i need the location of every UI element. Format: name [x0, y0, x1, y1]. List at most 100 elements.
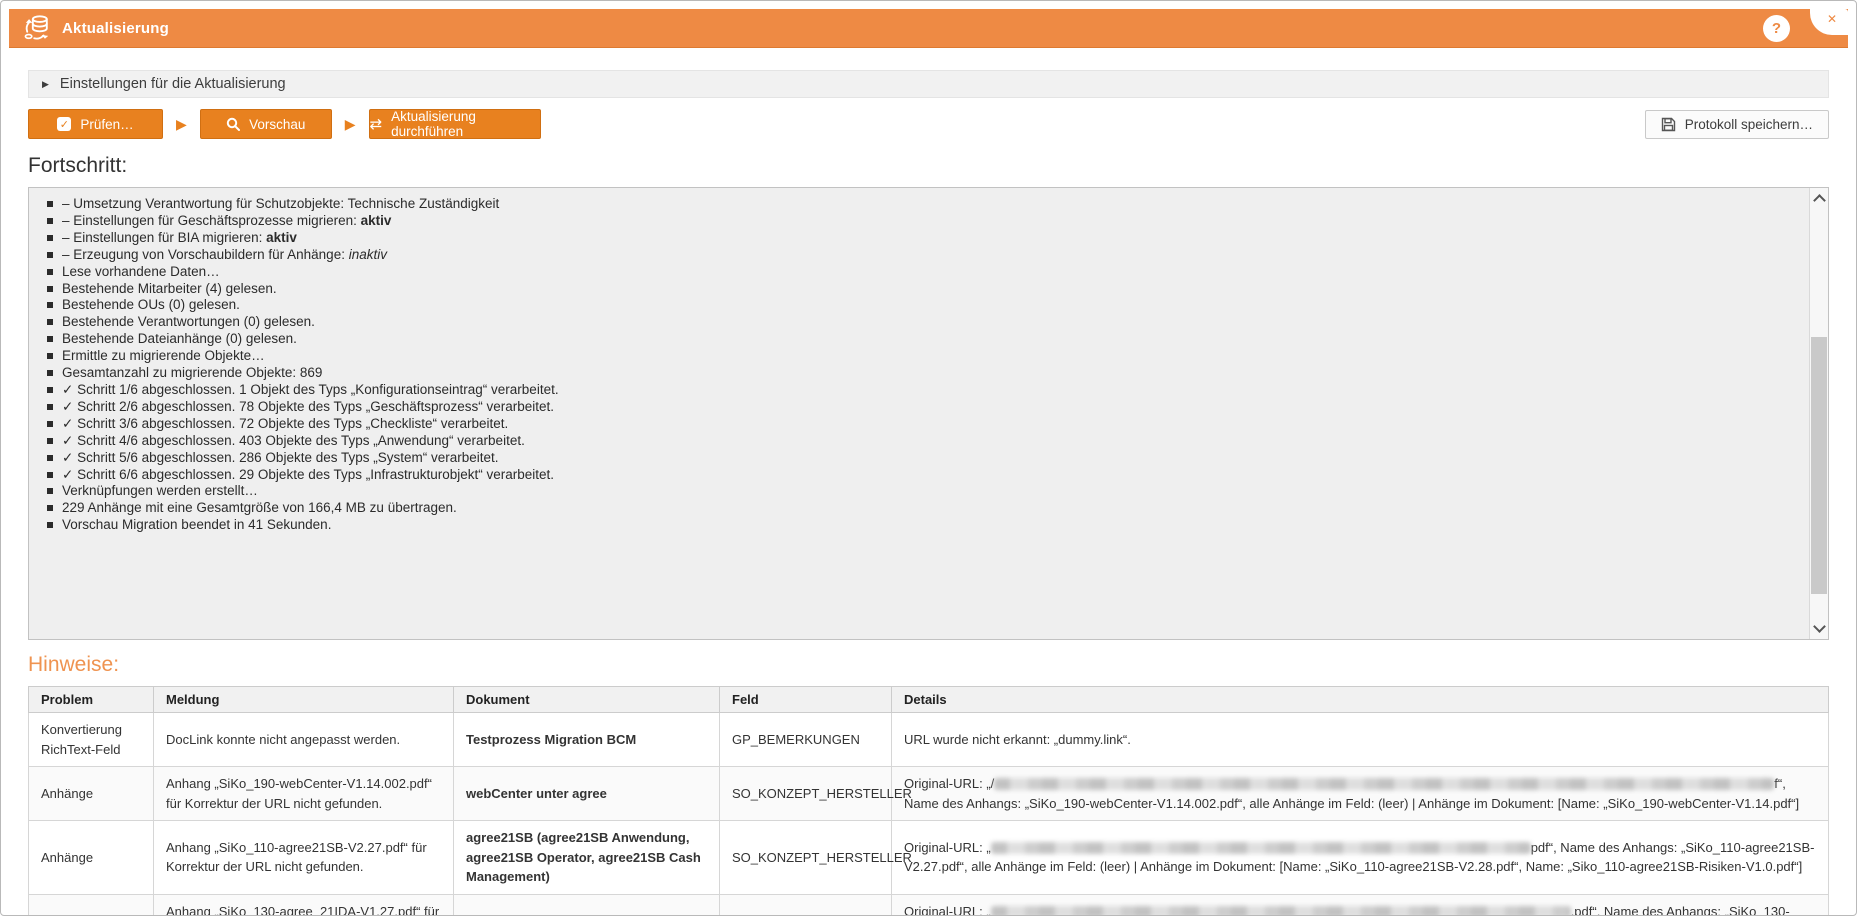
cell-details: Original-URL: „pdf“, Name des Anhangs: „… — [892, 821, 1829, 895]
redacted-text — [991, 842, 1531, 854]
checkbox-icon: ✓ — [57, 117, 71, 131]
cell-meldung: Anhang „SiKo_130-agree_21IDA-V1.27.pdf“ … — [154, 894, 454, 916]
dialog-content: ▶ Einstellungen für die Aktualisierung ✓… — [9, 48, 1848, 915]
checkmark-icon: ✓ — [62, 433, 77, 448]
title-bar: Aktualisierung ? — [9, 9, 1848, 48]
progress-log-lines: – Umsetzung Verantwortung für Schutzobje… — [47, 196, 1798, 534]
save-log-button[interactable]: Protokoll speichern… — [1645, 110, 1829, 139]
log-line: Gesamtanzahl zu migrierende Objekte: 869 — [47, 365, 1798, 382]
log-line-text: – Erzeugung von Vorschaubildern für Anhä… — [62, 247, 349, 262]
square-bullet-icon — [47, 421, 53, 427]
log-line-text: Lese vorhandene Daten… — [62, 264, 220, 279]
column-header-meldung: Meldung — [154, 687, 454, 713]
cell-meldung: DocLink konnte nicht angepasst werden. — [154, 713, 454, 767]
log-line-text: – Einstellungen für Geschäftsprozesse mi… — [62, 213, 361, 228]
cell-details: Original-URL: „.pdf“, Name des Anhangs: … — [892, 894, 1829, 916]
log-line: Ermittle zu migrierende Objekte… — [47, 348, 1798, 365]
column-header-problem: Problem — [29, 687, 154, 713]
sync-database-icon — [23, 14, 51, 42]
square-bullet-icon — [47, 218, 53, 224]
cell-feld: SO_KONZEPT_HERSTELLER — [720, 894, 892, 916]
log-line-text: Bestehende OUs (0) gelesen. — [62, 297, 240, 312]
preview-button[interactable]: Vorschau — [200, 109, 332, 139]
cell-dokument: agree21IDA — [454, 894, 720, 916]
log-line: ✓ Schritt 1/6 abgeschlossen. 1 Objekt de… — [47, 382, 1798, 399]
log-line: Bestehende OUs (0) gelesen. — [47, 297, 1798, 314]
redacted-text — [994, 778, 1774, 790]
column-header-dokument: Dokument — [454, 687, 720, 713]
page-title: Aktualisierung — [62, 20, 169, 37]
flow-arrow-icon: ▶ — [176, 116, 187, 133]
checkmark-icon: ✓ — [62, 450, 77, 465]
checkmark-icon: ✓ — [62, 399, 77, 414]
preview-button-label: Vorschau — [249, 117, 305, 132]
log-line-text: – Einstellungen für BIA migrieren: — [62, 230, 266, 245]
log-line: Verknüpfungen werden erstellt… — [47, 483, 1798, 500]
scroll-down-icon[interactable] — [1813, 620, 1826, 633]
log-line-text: Vorschau Migration beendet in 41 Sekunde… — [62, 517, 331, 532]
hints-heading: Hinweise: — [28, 653, 1829, 677]
log-line: ✓ Schritt 4/6 abgeschlossen. 403 Objekte… — [47, 433, 1798, 450]
square-bullet-icon — [47, 302, 53, 308]
help-button[interactable]: ? — [1763, 15, 1790, 42]
checkmark-icon: ✓ — [62, 382, 77, 397]
cell-problem: Konvertierung RichText-Feld — [29, 713, 154, 767]
column-header-details: Details — [892, 687, 1829, 713]
square-bullet-icon — [47, 370, 53, 376]
log-line: – Umsetzung Verantwortung für Schutzobje… — [47, 196, 1798, 213]
hints-table: Problem Meldung Dokument Feld Details Ko… — [28, 686, 1829, 916]
square-bullet-icon — [47, 235, 53, 241]
log-scrollbar[interactable] — [1809, 188, 1828, 639]
square-bullet-icon — [47, 336, 53, 342]
hints-header-row: Problem Meldung Dokument Feld Details — [29, 687, 1829, 713]
log-line-text: 229 Anhänge mit eine Gesamtgröße von 166… — [62, 500, 457, 515]
square-bullet-icon — [47, 286, 53, 292]
run-update-button-label: Aktualisierung durchführen — [391, 109, 539, 139]
log-line: Lese vorhandene Daten… — [47, 264, 1798, 281]
scrollbar-thumb[interactable] — [1811, 337, 1827, 594]
square-bullet-icon — [47, 201, 53, 207]
cell-meldung: Anhang „SiKo_190-webCenter-V1.14.002.pdf… — [154, 767, 454, 821]
log-line-text: Schritt 5/6 abgeschlossen. 286 Objekte d… — [77, 450, 498, 465]
log-line-text: Bestehende Dateianhänge (0) gelesen. — [62, 331, 297, 346]
progress-heading: Fortschritt: — [28, 154, 1829, 178]
scroll-up-icon[interactable] — [1813, 194, 1826, 207]
square-bullet-icon — [47, 404, 53, 410]
check-button[interactable]: ✓ Prüfen… — [28, 109, 163, 139]
square-bullet-icon — [47, 269, 53, 275]
square-bullet-icon — [47, 455, 53, 461]
square-bullet-icon — [47, 522, 53, 528]
cell-feld: GP_BEMERKUNGEN — [720, 713, 892, 767]
log-line-text: Schritt 6/6 abgeschlossen. 29 Objekte de… — [77, 467, 554, 482]
cell-details: Original-URL: „/f“, Name des Anhangs: „S… — [892, 767, 1829, 821]
cell-feld: SO_KONZEPT_HERSTELLER — [720, 767, 892, 821]
swap-arrows-icon: ⇄ — [370, 117, 383, 132]
log-line: Vorschau Migration beendet in 41 Sekunde… — [47, 517, 1798, 534]
hint-row: AnhängeAnhang „SiKo_190-webCenter-V1.14.… — [29, 767, 1829, 821]
close-icon: ✕ — [1827, 12, 1837, 26]
run-update-button[interactable]: ⇄ Aktualisierung durchführen — [369, 109, 541, 139]
checkmark-icon: ✓ — [62, 467, 77, 482]
cell-dokument: agree21SB (agree21SB Anwendung, agree21S… — [454, 821, 720, 895]
cell-dokument: webCenter unter agree — [454, 767, 720, 821]
log-line: – Einstellungen für BIA migrieren: aktiv — [47, 230, 1798, 247]
log-line-text: Verknüpfungen werden erstellt… — [62, 483, 258, 498]
square-bullet-icon — [47, 252, 53, 258]
cell-details: URL wurde nicht erkannt: „dummy.link“. — [892, 713, 1829, 767]
log-line: Bestehende Mitarbeiter (4) gelesen. — [47, 281, 1798, 298]
log-line: – Erzeugung von Vorschaubildern für Anhä… — [47, 247, 1798, 264]
check-button-label: Prüfen… — [80, 117, 133, 132]
chevron-right-icon: ▶ — [42, 79, 49, 90]
square-bullet-icon — [47, 387, 53, 393]
cell-feld: SO_KONZEPT_HERSTELLER — [720, 821, 892, 895]
save-icon — [1661, 117, 1676, 132]
cell-problem: Anhänge — [29, 821, 154, 895]
checkmark-icon: ✓ — [62, 416, 77, 431]
settings-expander[interactable]: ▶ Einstellungen für die Aktualisierung — [28, 70, 1829, 98]
settings-expander-label: Einstellungen für die Aktualisierung — [60, 76, 286, 92]
log-line-text: Bestehende Mitarbeiter (4) gelesen. — [62, 281, 277, 296]
log-line: Bestehende Dateianhänge (0) gelesen. — [47, 331, 1798, 348]
cell-meldung: Anhang „SiKo_110-agree21SB-V2.27.pdf“ fü… — [154, 821, 454, 895]
hint-row: Konvertierung RichText-FeldDocLink konnt… — [29, 713, 1829, 767]
cell-problem: Anhänge — [29, 767, 154, 821]
